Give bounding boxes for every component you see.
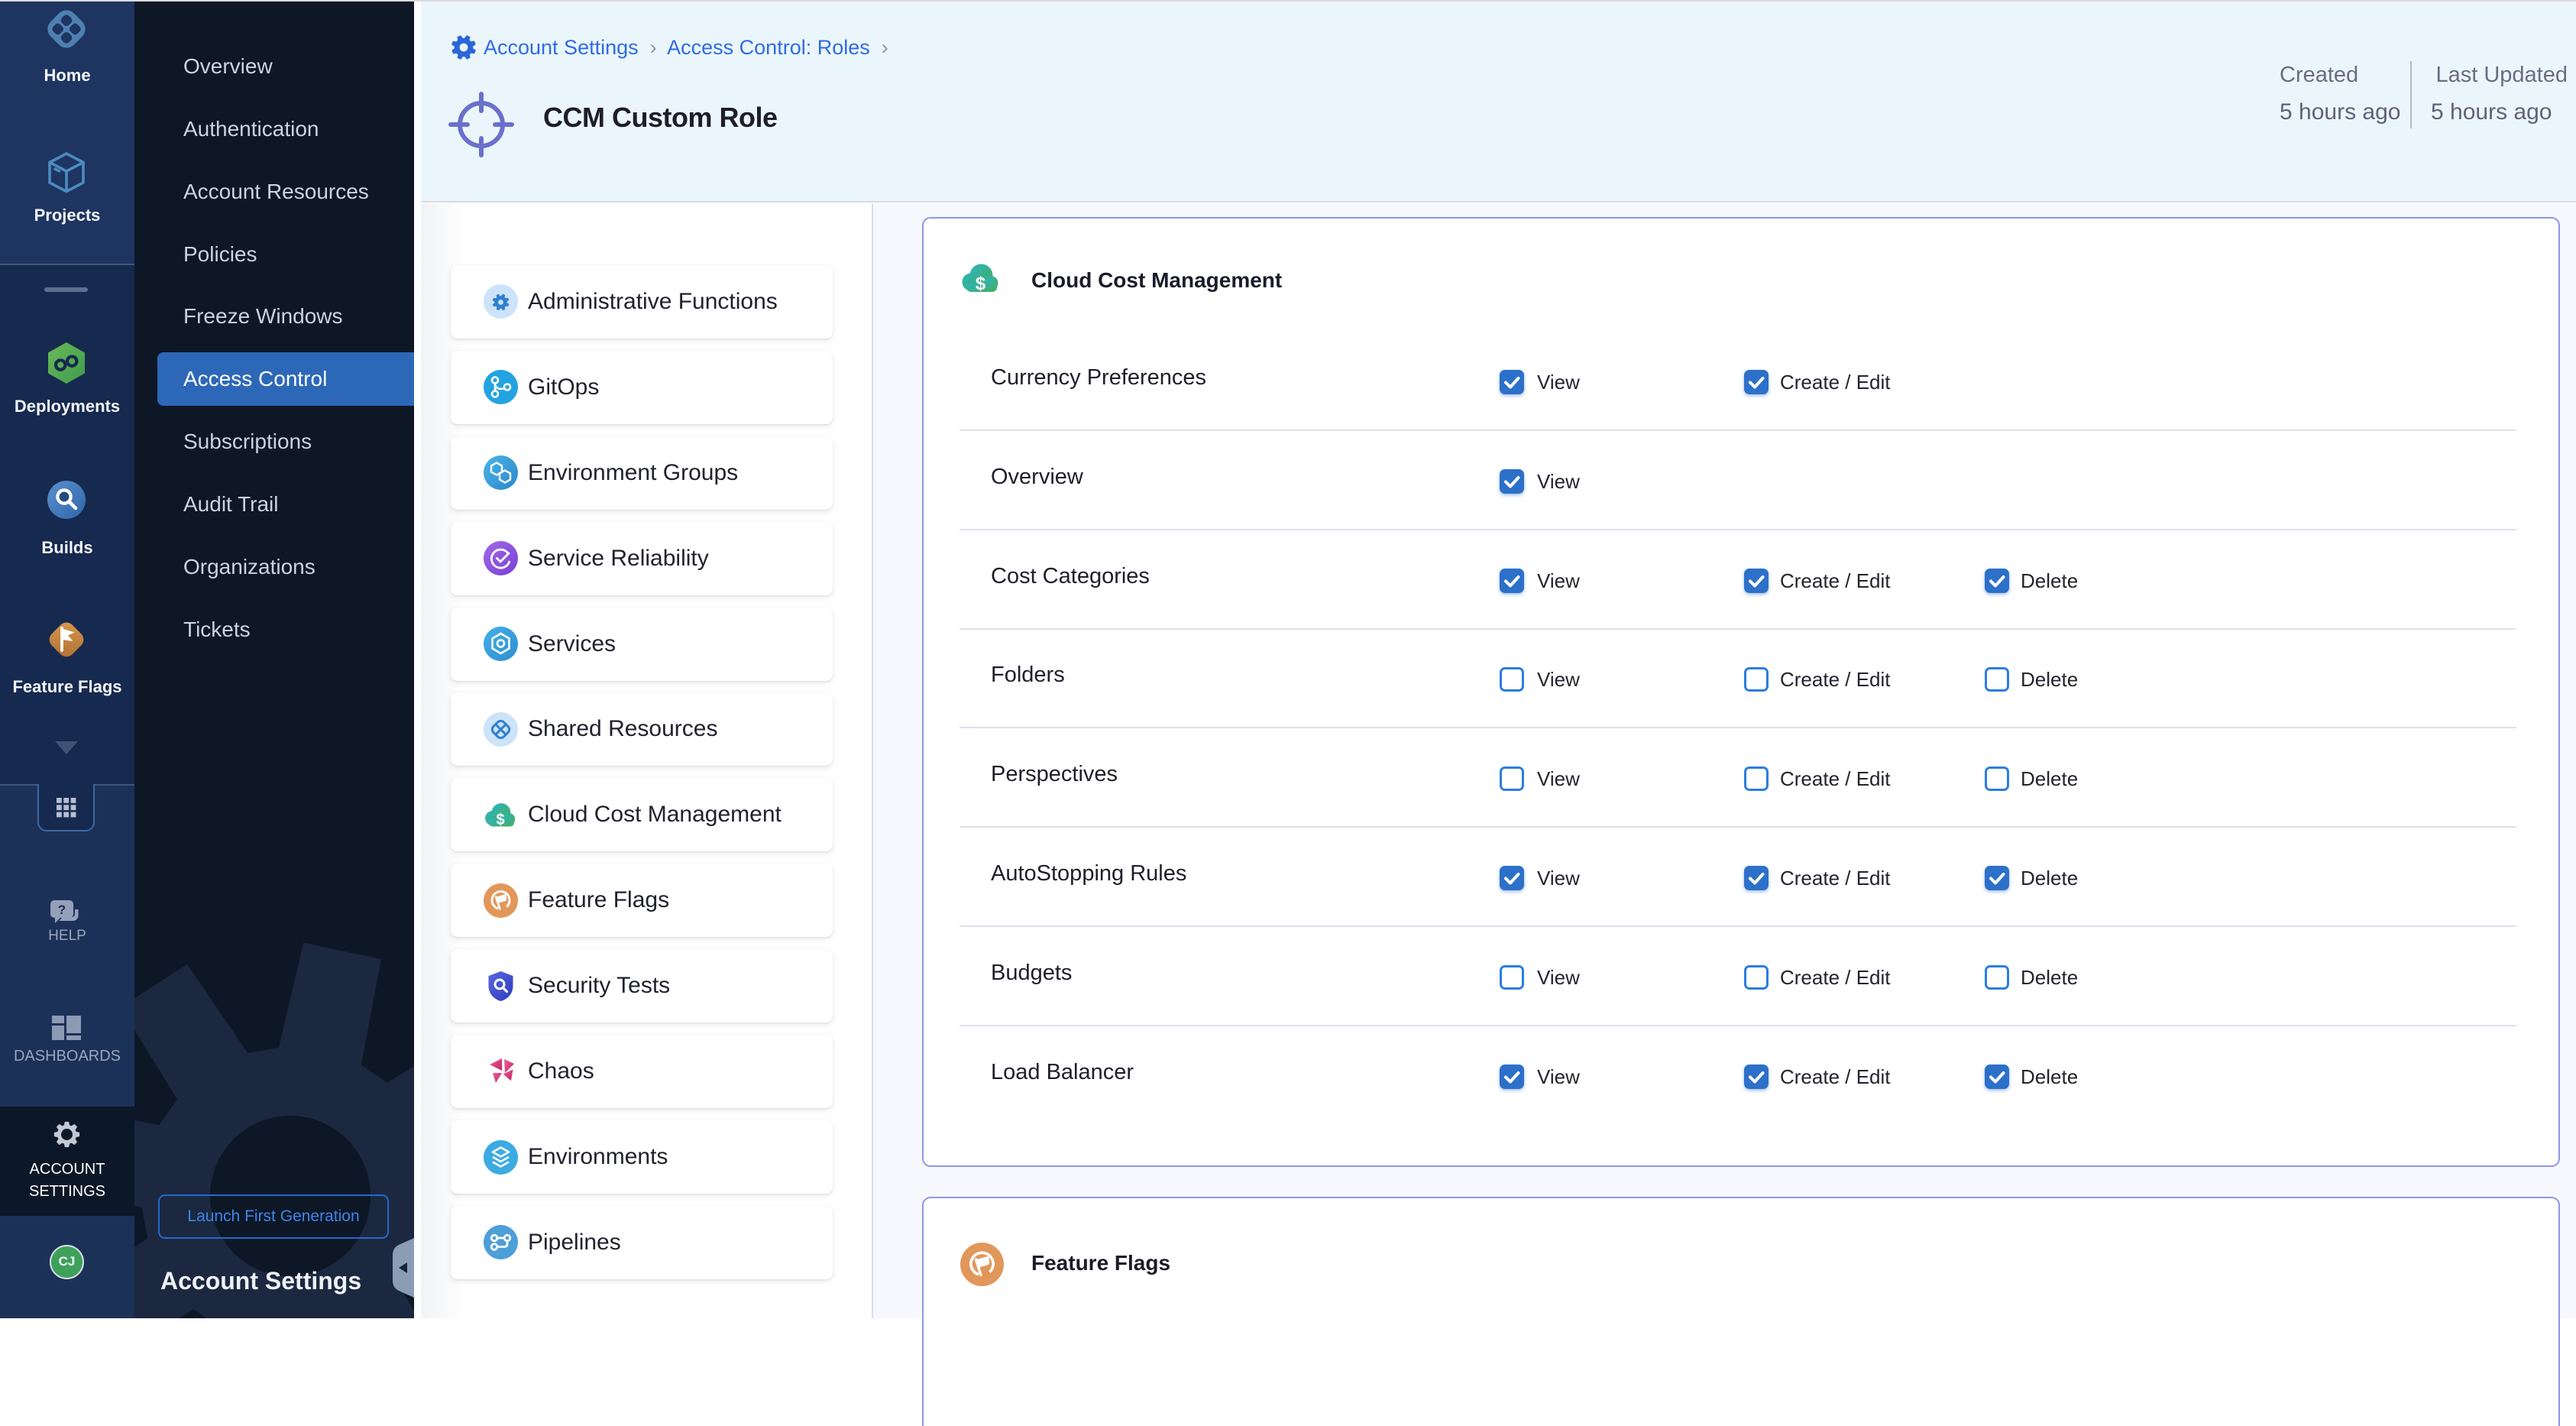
svg-text:?: ? xyxy=(58,903,66,917)
svg-text:$: $ xyxy=(976,274,986,294)
svg-text:$: $ xyxy=(497,812,505,828)
